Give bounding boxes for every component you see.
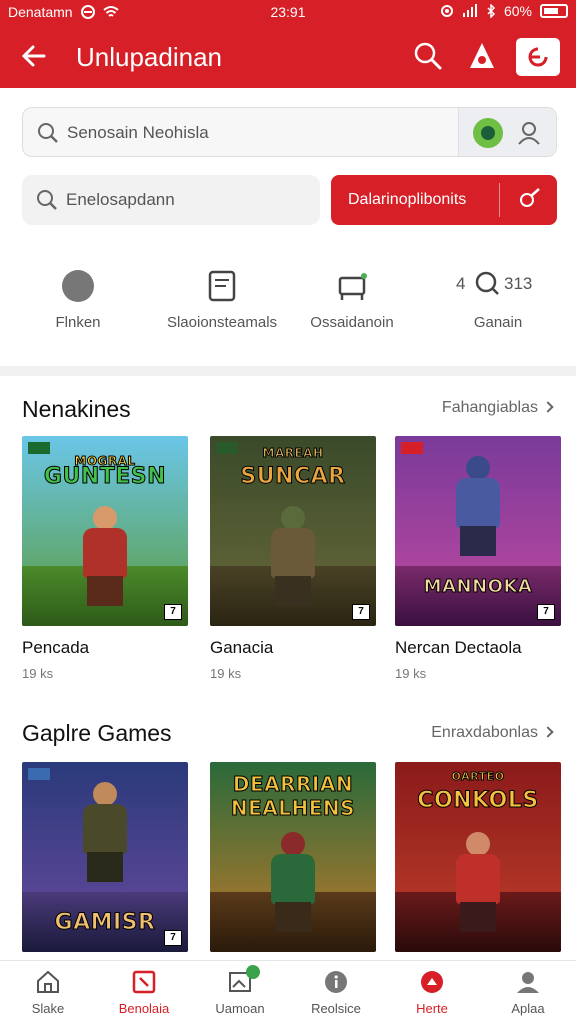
info-icon xyxy=(325,971,347,993)
game-character xyxy=(263,832,323,932)
clipboard-icon xyxy=(208,270,236,302)
game-cover-title: NEALHENS xyxy=(230,796,356,821)
shortcut-item[interactable]: 4 313 Ganain xyxy=(426,262,570,342)
search-input[interactable]: Senosain Neohisla xyxy=(67,123,209,143)
game-cover-image: OARTEO CONKOLS xyxy=(395,762,561,952)
age-rating-badge: 7 xyxy=(537,604,555,620)
shortcut-label: Flnken xyxy=(55,314,101,331)
game-cover-image: MOGRAL GUNTESN 7 xyxy=(22,436,188,626)
nav-item[interactable]: Uamoan xyxy=(192,961,288,1024)
game-meta: 19 ks xyxy=(22,666,54,681)
nav-label: Benolaia xyxy=(118,1001,170,1016)
shortcut-label: Slaoionsteamals xyxy=(166,314,278,331)
refresh-icon xyxy=(528,47,548,67)
app-bar: Unlupadinan xyxy=(0,24,576,88)
search-bar-secondary[interactable]: Enelosapdann xyxy=(22,175,320,225)
game-cover-subtitle: DEARRIAN xyxy=(232,772,354,797)
fire-icon xyxy=(421,971,443,993)
shortcut-value-left: 4 xyxy=(456,274,466,293)
button-divider xyxy=(499,183,500,217)
game-cover-title: GAMISR xyxy=(54,910,156,936)
game-character xyxy=(448,832,508,932)
game-character xyxy=(263,506,323,606)
game-character xyxy=(75,506,135,606)
shortcut-item[interactable]: Flnken xyxy=(6,262,150,342)
search-icon xyxy=(38,123,58,143)
nav-item[interactable]: Reolsice xyxy=(288,961,384,1024)
game-character xyxy=(75,782,135,882)
edit-icon xyxy=(520,188,540,207)
primary-action-button[interactable]: Dalarinoplibonits xyxy=(331,175,557,225)
bookmark-icon xyxy=(132,970,156,994)
search-bar-primary[interactable]: Senosain Neohisla xyxy=(22,107,557,157)
battery-percent: 60% xyxy=(503,3,532,19)
notification-dot xyxy=(246,965,260,979)
search-icon xyxy=(37,190,57,210)
section-title: Nenakines xyxy=(22,396,131,422)
game-cover-title: SUNCAR xyxy=(240,464,346,490)
game-cover-image: MANNOKA 7 xyxy=(395,436,561,626)
search-icon[interactable] xyxy=(412,40,444,72)
game-cover-image: GAMISR 7 xyxy=(22,762,188,952)
nav-label: Slake xyxy=(31,1001,65,1016)
section-link-label: Enraxdabonlas xyxy=(431,724,538,741)
nav-label: Uamoan xyxy=(215,1001,265,1016)
nav-item[interactable]: Slake xyxy=(0,961,96,1024)
nav-label: Aplaa xyxy=(511,1001,545,1016)
nav-item[interactable]: Benolaia xyxy=(96,961,192,1024)
nav-item[interactable]: Herte xyxy=(384,961,480,1024)
nav-item[interactable]: Aplaa xyxy=(480,961,576,1024)
bottom-navigation: Slake Benolaia Uamoan Reolsice Herte Apl… xyxy=(0,960,576,1024)
shortcut-item[interactable]: Slaoionsteamals xyxy=(150,262,294,342)
signal-icon xyxy=(462,4,477,17)
alert-icon[interactable] xyxy=(466,40,498,72)
game-cover-title: GUNTESN xyxy=(43,464,167,490)
shortcut-value-right: 313 xyxy=(504,274,533,293)
game-cover-title: CONKOLS xyxy=(417,788,539,814)
bluetooth-icon xyxy=(487,4,496,18)
circle-icon xyxy=(62,270,94,302)
section-divider xyxy=(0,366,576,376)
badge-icon[interactable] xyxy=(473,118,503,148)
section-see-all-link[interactable]: Enraxdabonlas xyxy=(431,724,554,742)
search-icon xyxy=(475,271,499,295)
chevron-right-icon xyxy=(542,401,554,413)
search-input[interactable]: Enelosapdann xyxy=(66,190,175,210)
nav-label: Reolsice xyxy=(311,1001,361,1016)
game-cover-subtitle: OARTEO xyxy=(451,770,505,784)
game-cover-image: DEARRIAN NEALHENS xyxy=(210,762,376,952)
section-title: Gaplre Games xyxy=(22,720,172,746)
game-meta: 19 ks xyxy=(210,666,242,681)
user-icon xyxy=(517,972,539,993)
section-see-all-link[interactable]: Fahangiablas xyxy=(441,399,554,417)
game-title: Ganacia xyxy=(210,638,274,657)
game-cover-subtitle: MAREAH xyxy=(262,446,324,461)
game-cover-image: MAREAH SUNCAR 7 xyxy=(210,436,376,626)
status-bar: Denatamn 23:91 60% xyxy=(0,0,576,24)
game-cover-title: MANNOKA xyxy=(423,576,533,598)
back-arrow-icon[interactable] xyxy=(18,38,50,74)
battery-icon xyxy=(540,4,568,18)
profile-action-button[interactable] xyxy=(516,38,560,76)
chevron-right-icon xyxy=(542,726,554,738)
game-title: Pencada xyxy=(22,638,90,657)
shortcut-row: Flnken Slaoionsteamals Ossaidanoin 4 313… xyxy=(0,262,576,342)
home-icon xyxy=(37,970,59,993)
page-title: Unlupadinan xyxy=(76,42,223,72)
age-rating-badge: 7 xyxy=(352,604,370,620)
shortcut-label: Ossaidanoin xyxy=(310,314,394,331)
game-character xyxy=(448,456,508,556)
game-meta: 19 ks xyxy=(395,666,427,681)
shortcut-label: Ganain xyxy=(473,314,523,331)
nav-label: Herte xyxy=(416,1001,448,1016)
game-title: Nercan Dectaola xyxy=(395,638,522,657)
age-rating-badge: 7 xyxy=(164,604,182,620)
user-icon[interactable] xyxy=(516,120,542,146)
primary-action-label: Dalarinoplibonits xyxy=(348,191,467,208)
location-icon xyxy=(440,5,453,17)
shortcut-item[interactable]: Ossaidanoin xyxy=(280,262,424,342)
age-rating-badge: 7 xyxy=(164,930,182,946)
cart-icon xyxy=(338,273,367,300)
section-link-label: Fahangiablas xyxy=(441,399,538,416)
